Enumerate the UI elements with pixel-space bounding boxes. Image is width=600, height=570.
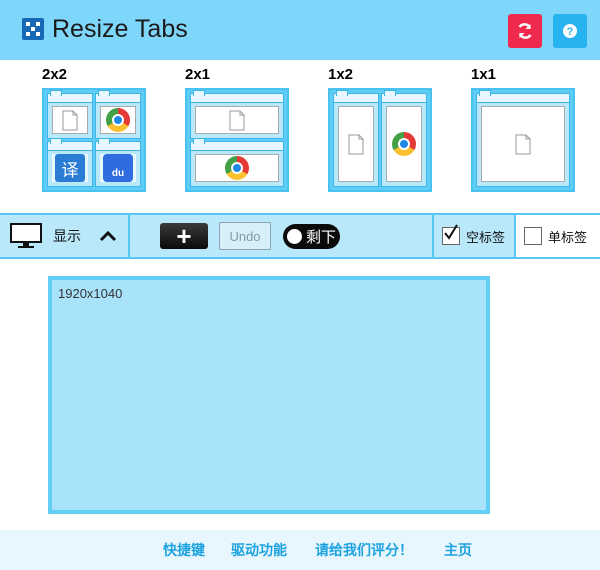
blank-page-icon — [229, 110, 245, 130]
layout-preview — [185, 88, 289, 192]
translate-icon: 译 — [55, 154, 85, 182]
chrome-icon — [392, 132, 416, 156]
layout-preview — [471, 88, 575, 192]
tile-window — [95, 90, 141, 139]
chrome-icon — [225, 156, 249, 180]
resize-app-logo — [22, 18, 44, 40]
monitor-icon — [10, 223, 42, 248]
footer: 快捷键 驱动功能 请给我们评分！ 主页 — [0, 530, 600, 570]
svg-text:?: ? — [567, 26, 574, 38]
shortcuts-link[interactable]: 快捷键 — [163, 540, 205, 560]
help-icon: ? — [563, 24, 577, 38]
layout-option-2x1[interactable]: 2x1 — [185, 66, 295, 194]
tile-window — [476, 90, 570, 187]
tile-window — [190, 138, 284, 187]
blank-page-icon — [348, 134, 364, 154]
tile-window — [381, 90, 427, 187]
layout-option-1x2[interactable]: 1x2 — [328, 66, 438, 194]
tile-window — [333, 90, 379, 187]
checkmark-icon — [444, 224, 458, 240]
rate-us-link[interactable]: 请给我们评分！ — [315, 540, 413, 560]
tile-window: 译 — [47, 138, 93, 187]
layout-preview: 译 du — [42, 88, 146, 192]
tile-window — [47, 90, 93, 139]
homepage-link[interactable]: 主页 — [444, 540, 472, 560]
display-select-label[interactable]: 显示 — [53, 226, 81, 246]
layout-preview — [328, 88, 432, 192]
layout-label: 2x2 — [42, 66, 68, 83]
empty-tab-label: 空标签 — [466, 229, 506, 245]
header-bar: Resize Tabs ? — [0, 0, 600, 60]
layout-label: 1x1 — [471, 66, 497, 83]
screen-preview[interactable]: 1920x1040 — [48, 276, 490, 514]
resolution-label: 1920x1040 — [58, 286, 123, 301]
refresh-icon — [518, 23, 532, 39]
remaining-label: 剩下 — [306, 229, 337, 246]
blank-page-icon — [62, 110, 78, 130]
layout-label: 2x1 — [185, 66, 211, 83]
baidu-icon: du — [103, 154, 133, 182]
toolbar-divider — [514, 215, 516, 257]
layout-option-2x2[interactable]: 2x2 译 du — [42, 66, 152, 194]
refresh-button[interactable] — [508, 14, 542, 48]
empty-tab-option[interactable]: 空标签 — [442, 215, 505, 257]
toolbar-divider — [432, 215, 434, 257]
remaining-toggle[interactable]: 剩下 — [283, 224, 340, 249]
single-tab-label: 单标签 — [548, 229, 588, 245]
chrome-icon — [106, 108, 130, 132]
driver-features-link[interactable]: 驱动功能 — [231, 540, 287, 560]
undo-button[interactable]: Undo — [219, 222, 271, 250]
chevron-up-icon[interactable] — [98, 227, 118, 245]
single-tab-option[interactable]: 单标签 — [524, 215, 587, 257]
tile-window — [190, 90, 284, 139]
single-tab-checkbox[interactable] — [524, 227, 542, 245]
blank-page-icon — [515, 134, 531, 154]
layout-label: 1x2 — [328, 66, 354, 83]
tile-window: du — [95, 138, 141, 187]
app-title: Resize Tabs — [52, 15, 188, 43]
layout-option-1x1[interactable]: 1x1 — [471, 66, 581, 194]
empty-tab-checkbox[interactable] — [442, 224, 460, 245]
toolbar: 显示 + Undo 剩下 空标签 单标签 — [0, 213, 600, 259]
toolbar-divider — [128, 215, 130, 257]
toggle-knob — [287, 229, 302, 244]
help-button[interactable]: ? — [553, 14, 587, 48]
add-button[interactable]: + — [160, 223, 208, 249]
